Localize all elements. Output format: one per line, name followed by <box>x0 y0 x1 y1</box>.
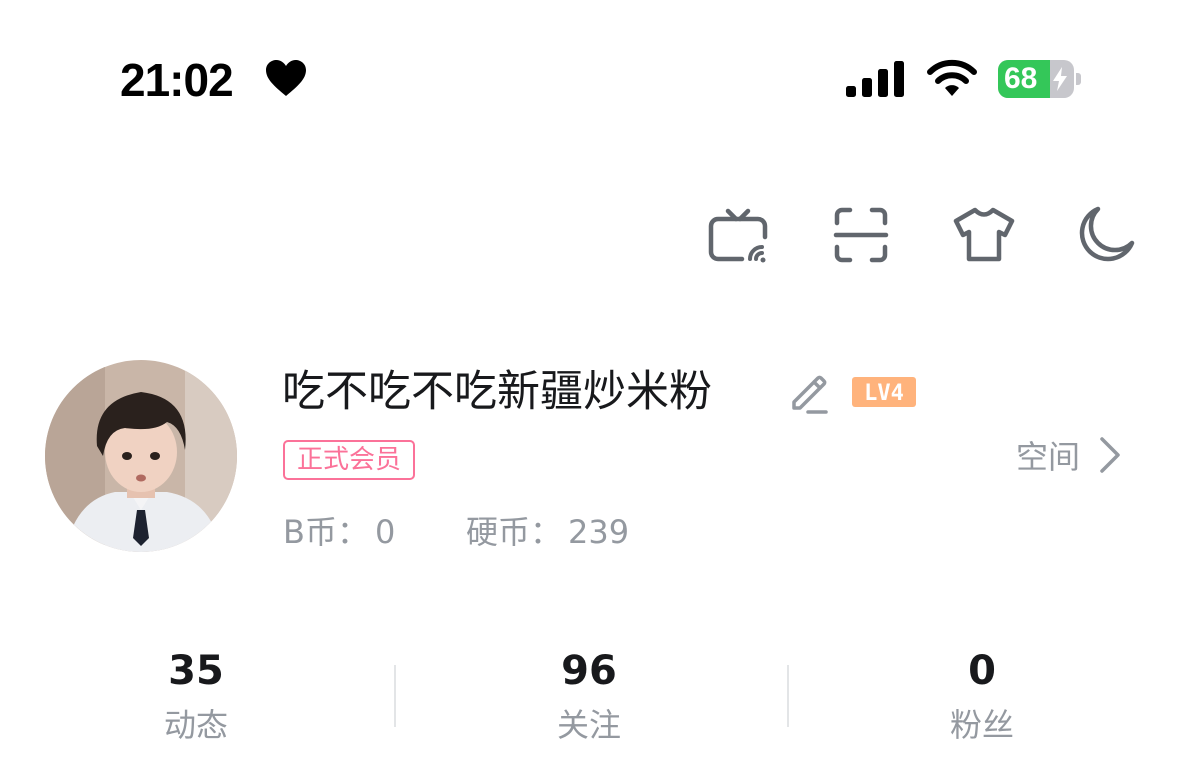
stat-value: 96 <box>561 648 617 694</box>
stat-label: 关注 <box>556 706 621 744</box>
profile-page: 21:02 68 吃不吃不吃新疆炒米粉 LV4 正式会员 空间 B币： 0 硬币… <box>0 0 1179 775</box>
coin-label: 硬币： <box>466 513 563 551</box>
wifi-icon <box>927 59 977 96</box>
scan-icon[interactable] <box>829 203 893 267</box>
stat-divider <box>394 665 396 727</box>
avatar[interactable] <box>45 360 237 552</box>
b-coin-label: B币： <box>283 513 369 551</box>
shirt-icon[interactable] <box>952 203 1016 267</box>
space-label: 空间 <box>1016 438 1081 476</box>
space-link[interactable]: 空间 <box>1016 430 1128 480</box>
level-text: LV4 <box>864 381 904 406</box>
battery-body: 68 <box>998 60 1074 98</box>
username: 吃不吃不吃新疆炒米粉 <box>282 367 712 417</box>
b-coin-value: 0 <box>374 513 396 551</box>
stat-dynamics[interactable]: 35 动态 <box>46 645 346 751</box>
coin-balance: 硬币： 239 <box>466 510 629 554</box>
stat-value: 35 <box>168 648 224 694</box>
chevron-right-icon <box>1100 437 1120 473</box>
stat-followers[interactable]: 0 粉丝 <box>832 645 1132 751</box>
battery-percent: 68 <box>1004 62 1038 95</box>
stat-label: 动态 <box>163 706 228 744</box>
battery-icon: 68 <box>998 60 1082 98</box>
stat-divider <box>787 665 789 727</box>
tv-cast-icon[interactable] <box>706 203 770 267</box>
edit-icon[interactable] <box>784 368 832 416</box>
avatar-photo <box>45 360 237 552</box>
stat-label: 粉丝 <box>949 706 1014 744</box>
stat-value: 0 <box>968 648 996 694</box>
moon-icon[interactable] <box>1072 203 1136 267</box>
cellular-signal-icon <box>846 61 904 97</box>
charging-bolt-icon <box>1053 67 1067 91</box>
b-coin-balance: B币： 0 <box>283 510 395 554</box>
stat-following[interactable]: 96 关注 <box>439 645 739 751</box>
battery-cap <box>1076 73 1081 85</box>
coin-value: 239 <box>568 513 630 551</box>
level-badge: LV4 <box>852 377 916 407</box>
heart-icon <box>266 60 306 96</box>
status-time: 21:02 <box>120 54 234 106</box>
vip-badge[interactable]: 正式会员 <box>283 440 416 480</box>
